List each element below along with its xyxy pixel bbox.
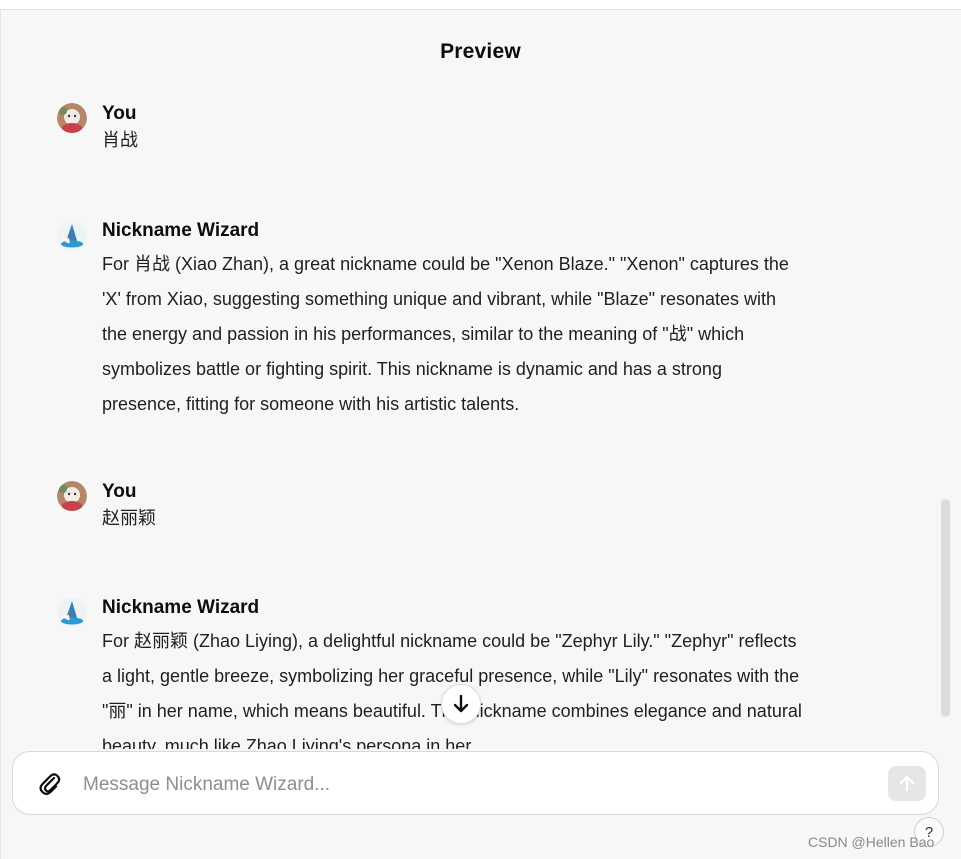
- message-author: Nickname Wizard: [102, 597, 260, 618]
- window-top-border: [0, 0, 961, 10]
- wizard-avatar: [57, 597, 87, 627]
- message-text: For 肖战 (Xiao Zhan), a great nickname cou…: [102, 254, 789, 414]
- watermark: CSDN @Hellen Bao: [808, 834, 935, 850]
- page-title: Preview: [440, 40, 521, 63]
- send-button[interactable]: [888, 766, 926, 801]
- arrow-up-icon: [899, 775, 915, 791]
- wizard-avatar: [57, 220, 87, 250]
- message-author: You: [102, 481, 137, 502]
- user-avatar: [57, 103, 87, 133]
- message-author: Nickname Wizard: [102, 220, 260, 241]
- scrollbar-thumb[interactable]: [941, 499, 950, 717]
- scroll-to-bottom-button[interactable]: [441, 684, 481, 724]
- message-list[interactable]: You 肖战 Nickname Wizard For 肖战 (Xiao Zhan…: [0, 95, 940, 749]
- user-avatar: [57, 481, 87, 511]
- paperclip-icon: [39, 773, 61, 795]
- message-composer: [12, 751, 939, 815]
- message-author: You: [102, 103, 137, 124]
- message-text: 赵丽颖: [102, 508, 156, 528]
- message-input[interactable]: [81, 770, 865, 800]
- message-text: 肖战: [102, 130, 138, 150]
- attach-button[interactable]: [37, 771, 63, 799]
- arrow-down-icon: [453, 694, 469, 713]
